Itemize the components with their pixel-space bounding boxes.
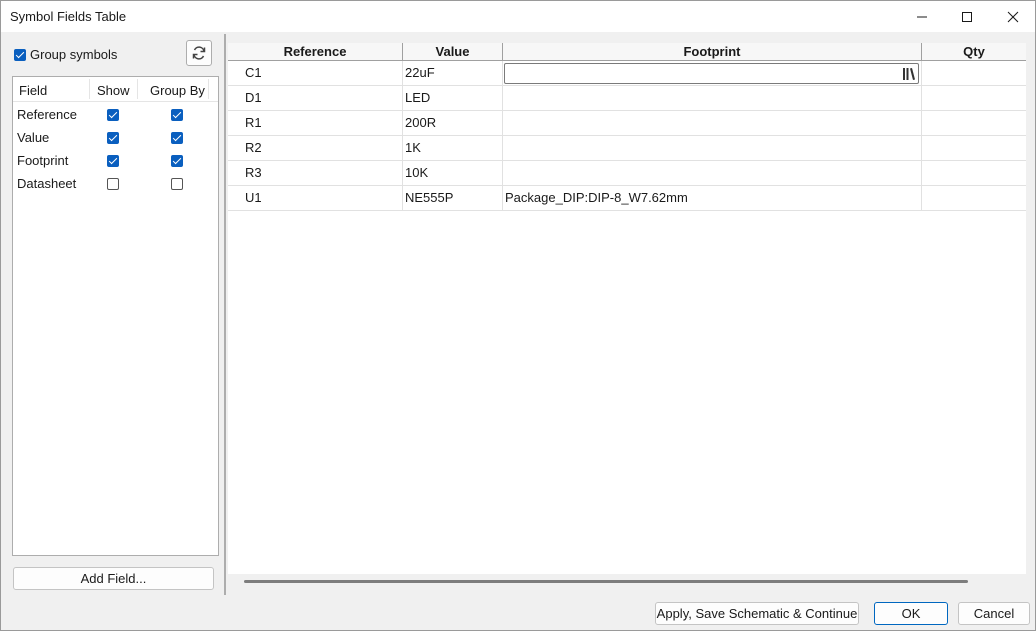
reference-cell[interactable]: D1 <box>228 86 403 111</box>
footprint-editor-input[interactable] <box>504 63 919 84</box>
minimize-icon <box>917 16 927 17</box>
show-checkbox[interactable] <box>107 178 119 190</box>
table-row[interactable]: R3 10K <box>228 161 1026 186</box>
library-browse-icon[interactable] <box>902 67 916 81</box>
refresh-button[interactable] <box>186 40 212 66</box>
apply-save-continue-button[interactable]: Apply, Save Schematic & Continue <box>655 602 859 625</box>
scrollbar-thumb[interactable] <box>244 580 968 583</box>
reference-cell[interactable]: U1 <box>228 186 403 211</box>
symbol-fields-grid: Reference Value Footprint Qty C1 22uF D1… <box>228 43 1026 574</box>
table-row[interactable]: R1 200R <box>228 111 1026 136</box>
title-bar: Symbol Fields Table <box>1 1 1035 32</box>
footprint-cell[interactable]: Package_DIP:DIP-8_W7.62mm <box>503 186 922 211</box>
group-symbols-label: Group symbols <box>30 47 118 62</box>
splitter[interactable] <box>224 34 226 595</box>
ok-button[interactable]: OK <box>874 602 948 625</box>
field-name: Footprint <box>17 153 69 168</box>
value-column-header[interactable]: Value <box>403 43 503 61</box>
cancel-button[interactable]: Cancel <box>958 602 1030 625</box>
group-by-checkbox[interactable] <box>171 155 183 167</box>
group-symbols-checkbox[interactable]: Group symbols <box>14 47 117 62</box>
show-checkbox[interactable] <box>107 109 119 121</box>
fields-panel-header: Field Show Group By <box>13 77 218 102</box>
table-row[interactable]: U1 NE555P Package_DIP:DIP-8_W7.62mm <box>228 186 1026 211</box>
horizontal-scrollbar[interactable] <box>228 574 1026 590</box>
value-cell[interactable]: LED <box>403 86 503 111</box>
reference-cell[interactable]: R1 <box>228 111 403 136</box>
add-field-button[interactable]: Add Field... <box>13 567 214 590</box>
close-icon <box>1007 11 1019 22</box>
field-name: Datasheet <box>17 176 77 191</box>
qty-cell[interactable] <box>922 61 1026 86</box>
fields-panel: Field Show Group By Reference Value Foot… <box>12 76 219 556</box>
maximize-button[interactable] <box>944 1 990 32</box>
qty-cell[interactable] <box>922 186 1026 211</box>
window-title: Symbol Fields Table <box>10 9 127 24</box>
show-checkbox[interactable] <box>107 155 119 167</box>
refresh-icon <box>192 46 206 60</box>
field-row-reference[interactable]: Reference <box>13 103 218 126</box>
reference-cell[interactable]: C1 <box>228 61 403 86</box>
footprint-cell[interactable] <box>503 136 922 161</box>
show-column-header[interactable]: Show <box>97 83 130 98</box>
table-row[interactable]: D1 LED <box>228 86 1026 111</box>
value-cell[interactable]: 200R <box>403 111 503 136</box>
reference-cell[interactable]: R2 <box>228 136 403 161</box>
reference-cell[interactable]: R3 <box>228 161 403 186</box>
footprint-cell[interactable] <box>503 86 922 111</box>
qty-cell[interactable] <box>922 111 1026 136</box>
reference-column-header[interactable]: Reference <box>228 43 403 61</box>
field-column-header[interactable]: Field <box>19 83 47 98</box>
minimize-button[interactable] <box>899 1 945 32</box>
qty-column-header[interactable]: Qty <box>922 43 1026 61</box>
group-by-checkbox[interactable] <box>171 178 183 190</box>
group-by-checkbox[interactable] <box>171 132 183 144</box>
table-row[interactable]: R2 1K <box>228 136 1026 161</box>
show-checkbox[interactable] <box>107 132 119 144</box>
close-button[interactable] <box>990 1 1036 32</box>
field-name: Reference <box>17 107 77 122</box>
field-row-value[interactable]: Value <box>13 126 218 149</box>
value-cell[interactable]: NE555P <box>403 186 503 211</box>
qty-cell[interactable] <box>922 161 1026 186</box>
footprint-cell[interactable] <box>503 161 922 186</box>
symbol-fields-table-dialog: Symbol Fields Table Group symbols Field … <box>0 0 1036 631</box>
maximize-icon <box>962 11 972 22</box>
qty-cell[interactable] <box>922 136 1026 161</box>
table-row[interactable]: C1 22uF <box>228 61 1026 86</box>
footprint-cell[interactable] <box>503 111 922 136</box>
group-symbols-check[interactable] <box>14 48 26 61</box>
value-cell[interactable]: 22uF <box>403 61 503 86</box>
group-by-column-header[interactable]: Group By <box>150 83 205 98</box>
value-cell[interactable]: 10K <box>403 161 503 186</box>
field-name: Value <box>17 130 50 145</box>
field-row-datasheet[interactable]: Datasheet <box>13 172 218 195</box>
footprint-column-header[interactable]: Footprint <box>503 43 922 61</box>
field-row-footprint[interactable]: Footprint <box>13 149 218 172</box>
value-cell[interactable]: 1K <box>403 136 503 161</box>
qty-cell[interactable] <box>922 86 1026 111</box>
group-by-checkbox[interactable] <box>171 109 183 121</box>
